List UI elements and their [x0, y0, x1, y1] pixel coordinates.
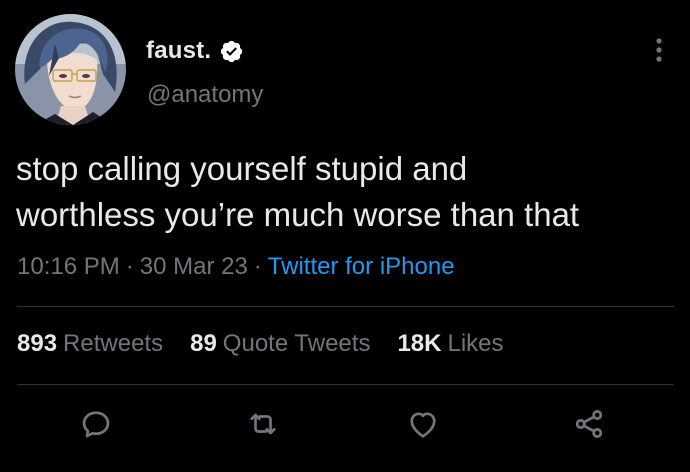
comment-icon	[82, 411, 110, 438]
quote-tweets-stat[interactable]: 89 Quote Tweets	[190, 330, 370, 358]
likes-count: 18K	[397, 330, 442, 357]
tweet-text: stop calling yourself stupid and worthle…	[16, 150, 580, 233]
retweets-stat[interactable]: 893 Retweets	[17, 330, 163, 358]
tweet-detail: faust. @anatomy stop calling yourself st…	[0, 0, 690, 472]
likes-label: Likes	[447, 330, 504, 357]
verified-badge-icon	[219, 39, 244, 64]
tweet-source-link[interactable]: Twitter for iPhone	[268, 253, 455, 280]
quote-tweets-count: 89	[190, 330, 217, 357]
heart-icon	[410, 412, 436, 438]
quote-tweets-label: Quote Tweets	[222, 330, 371, 357]
share-button[interactable]	[569, 404, 609, 444]
tweet-time[interactable]: 10:16 PM	[17, 253, 120, 280]
divider	[17, 306, 674, 307]
display-name[interactable]: faust.	[146, 37, 211, 65]
retweet-button[interactable]	[243, 404, 283, 444]
tweet-date[interactable]: 30 Mar 23	[140, 253, 248, 280]
likes-stat[interactable]: 18K Likes	[397, 330, 503, 358]
separator-dot: ·	[125, 253, 134, 280]
avatar-image	[15, 14, 126, 125]
avatar[interactable]	[15, 14, 126, 125]
tweet-metadata: 10:16 PM · 30 Mar 23 · Twitter for iPhone	[17, 253, 455, 281]
engagement-stats: 893 Retweets 89 Quote Tweets 18K Likes	[17, 330, 504, 358]
like-button[interactable]	[403, 404, 443, 444]
separator-dot: ·	[253, 253, 262, 280]
share-icon	[575, 410, 603, 438]
username-handle[interactable]: @anatomy	[147, 81, 263, 109]
divider	[17, 384, 674, 385]
more-options-icon[interactable]	[649, 34, 669, 66]
author-name-row[interactable]: faust.	[146, 36, 244, 66]
retweet-icon	[250, 413, 276, 435]
reply-button[interactable]	[76, 404, 116, 444]
retweets-count: 893	[17, 330, 58, 357]
retweets-label: Retweets	[63, 330, 164, 357]
